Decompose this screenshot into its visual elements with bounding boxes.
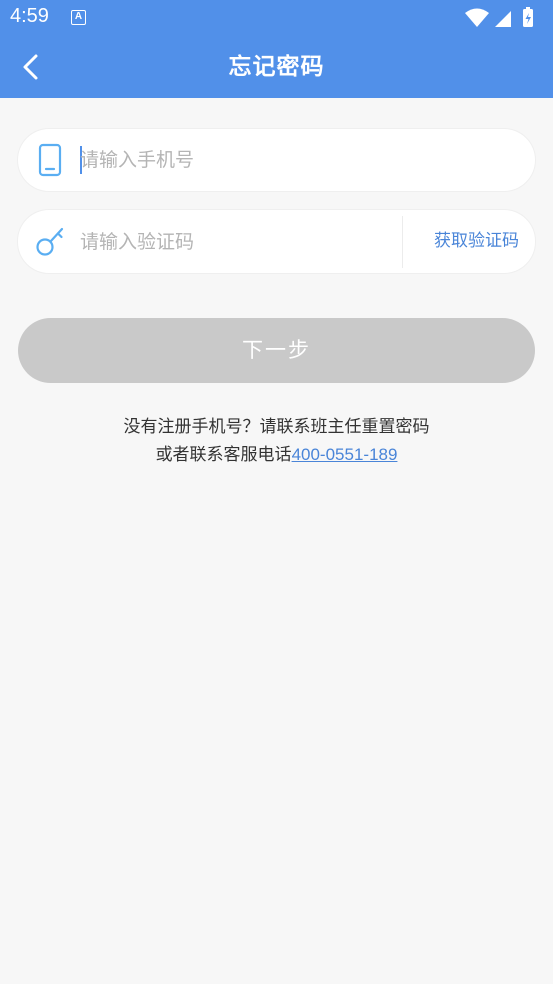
verification-code-field: 获取验证码 <box>18 210 535 273</box>
hint-line-2: 或者联系客服电话400-0551-189 <box>0 441 553 469</box>
field-divider <box>402 216 403 268</box>
phone-input[interactable] <box>80 129 520 191</box>
phone-field <box>18 129 535 191</box>
phone-icon <box>38 143 62 177</box>
status-time: 4:59 <box>10 5 49 27</box>
forgot-password-screen: 4:59 A 忘记密码 请输入手机号 请输入验证码 获取验证码 下一步 没有注册… <box>0 0 553 984</box>
battery-icon <box>523 7 533 27</box>
hint-line-1: 没有注册手机号？请联系班主任重置密码 <box>123 417 430 437</box>
help-hint: 没有注册手机号？请联系班主任重置密码 或者联系客服电话400-0551-189 <box>0 413 553 469</box>
status-icons <box>463 7 543 29</box>
app-bar: 忘记密码 <box>0 36 553 98</box>
verification-code-input[interactable] <box>80 210 400 273</box>
wifi-icon <box>465 8 489 27</box>
next-button[interactable]: 下一步 <box>18 318 535 383</box>
key-icon <box>36 227 64 256</box>
page-title: 忘记密码 <box>228 54 325 80</box>
signal-icon <box>495 11 511 27</box>
status-bar: 4:59 A <box>0 0 553 36</box>
customer-service-phone-link[interactable]: 400-0551-189 <box>292 445 398 464</box>
get-code-button[interactable]: 获取验证码 <box>434 210 519 273</box>
notification-icon: A <box>71 10 86 25</box>
hint-line-2-prefix: 或者联系客服电话 <box>155 445 292 465</box>
